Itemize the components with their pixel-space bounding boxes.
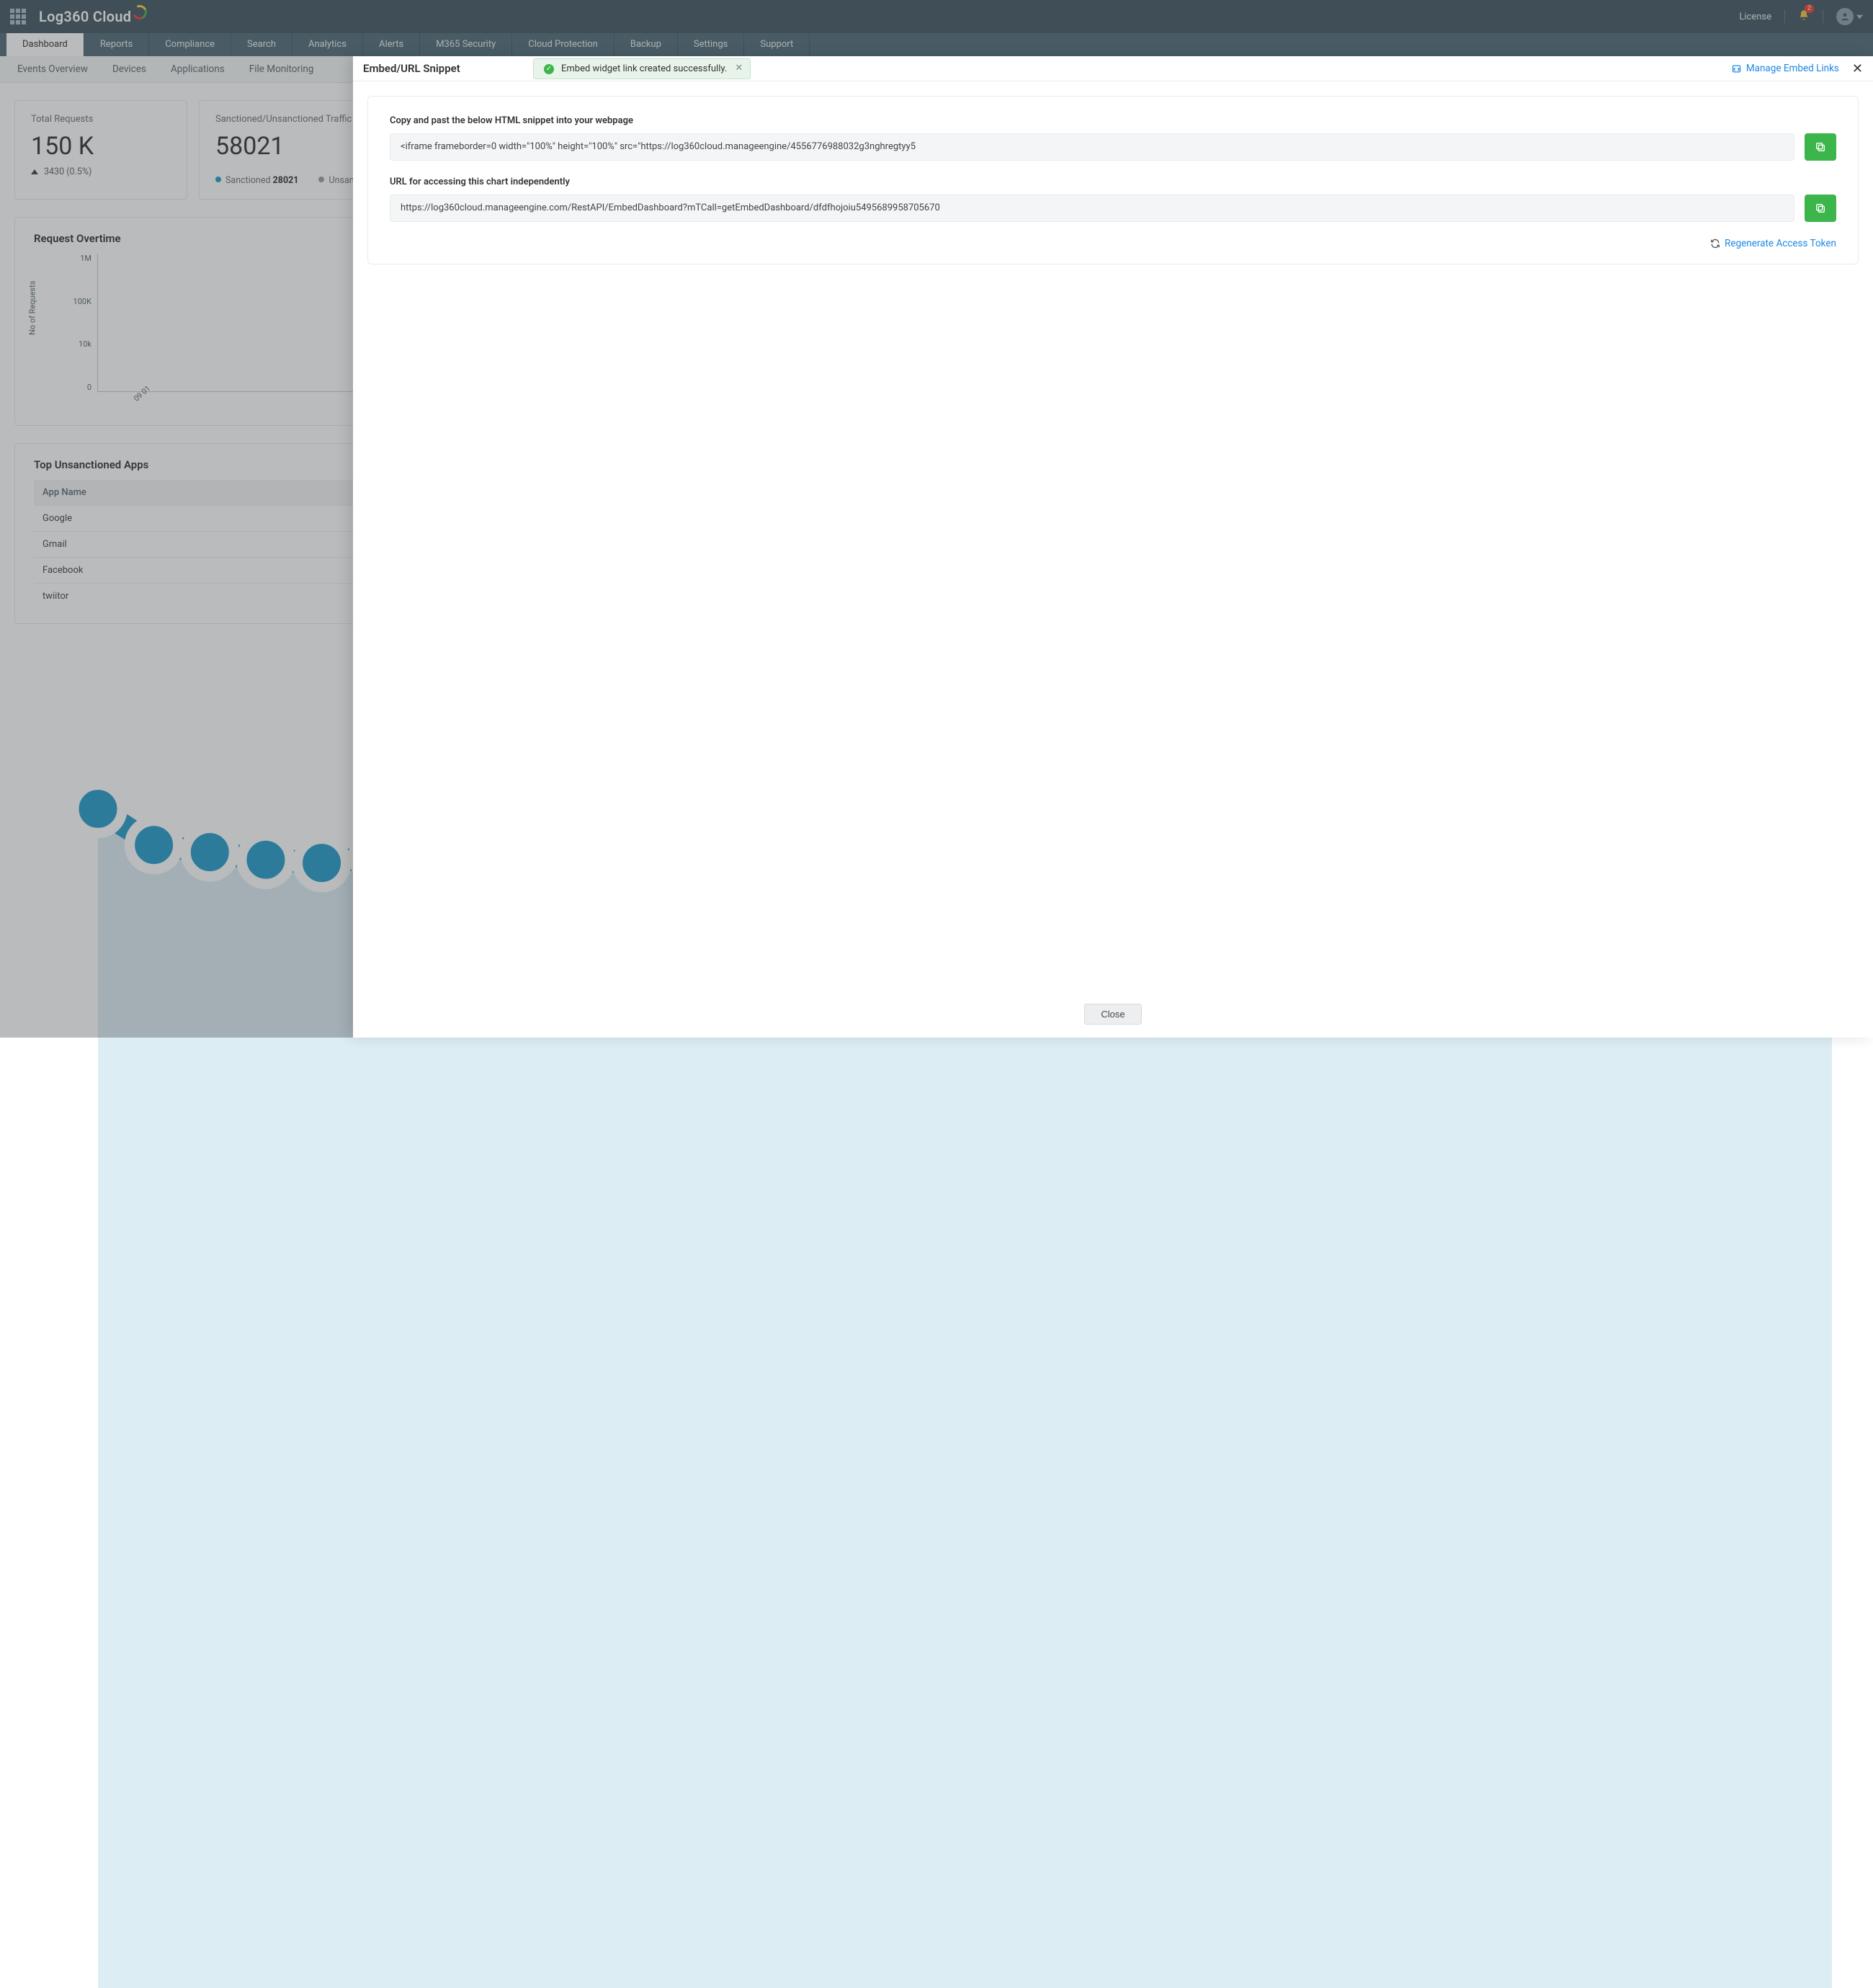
tab-settings[interactable]: Settings <box>678 33 744 56</box>
embed-panel: Embed/URL Snippet ✓ Embed widget link cr… <box>353 56 1873 1038</box>
panel-header: Embed/URL Snippet ✓ Embed widget link cr… <box>353 56 1873 81</box>
url-field[interactable]: https://log360cloud.manageengine.com/Res… <box>390 195 1794 222</box>
embed-link-icon <box>1731 63 1742 74</box>
y-axis-label: No of Requests <box>28 281 37 335</box>
tab-support[interactable]: Support <box>744 33 810 56</box>
copy-html-button[interactable] <box>1805 133 1836 161</box>
apps-grid-icon[interactable] <box>10 9 26 24</box>
success-toast: ✓ Embed widget link created successfully… <box>533 58 751 79</box>
topbar: Log360 Cloud License 2 <box>0 0 1873 33</box>
subtab-devices[interactable]: Devices <box>112 63 146 75</box>
license-link[interactable]: License <box>1739 12 1771 22</box>
panel-close-icon[interactable]: ✕ <box>1852 61 1863 76</box>
copy-icon <box>1815 141 1826 153</box>
stat-value: 150 K <box>31 132 171 161</box>
regenerate-token-link[interactable]: Regenerate Access Token <box>1710 238 1836 249</box>
notifications-icon[interactable]: 2 <box>1798 9 1810 24</box>
tab-compliance[interactable]: Compliance <box>149 33 231 56</box>
copy-url-button[interactable] <box>1805 195 1836 222</box>
html-snippet-label: Copy and past the below HTML snippet int… <box>390 115 1836 126</box>
app-name: Log360 Cloud <box>39 8 131 25</box>
tab-m365-security[interactable]: M365 Security <box>420 33 512 56</box>
legend-sanctioned: Sanctioned 28021 <box>215 175 298 186</box>
manage-embed-links[interactable]: Manage Embed Links <box>1731 63 1839 74</box>
app-logo: Log360 Cloud <box>39 8 147 25</box>
chevron-down-icon <box>1856 14 1863 20</box>
notification-count-badge: 2 <box>1805 4 1814 13</box>
arrow-up-icon <box>31 169 38 174</box>
stat-delta: 3430 (0.5%) <box>31 166 171 177</box>
logo-swirl-icon <box>131 3 150 22</box>
panel-title: Embed/URL Snippet <box>363 62 460 75</box>
tab-analytics[interactable]: Analytics <box>292 33 363 56</box>
tab-search[interactable]: Search <box>231 33 292 56</box>
tab-alerts[interactable]: Alerts <box>363 33 420 56</box>
html-snippet-field[interactable]: <iframe frameborder=0 width="100%" heigh… <box>390 133 1794 161</box>
copy-icon <box>1815 202 1826 214</box>
user-menu[interactable] <box>1836 8 1863 25</box>
tab-cloud-protection[interactable]: Cloud Protection <box>512 33 614 56</box>
toast-close-icon[interactable]: ✕ <box>735 63 743 73</box>
check-icon: ✓ <box>544 64 554 74</box>
y-ticks: 1M100K10k0 <box>63 254 91 392</box>
subtab-applications[interactable]: Applications <box>171 63 225 75</box>
stat-title: Total Requests <box>31 114 171 125</box>
close-button[interactable]: Close <box>1084 1004 1141 1025</box>
url-label: URL for accessing this chart independent… <box>390 177 1836 187</box>
embed-box: Copy and past the below HTML snippet int… <box>367 96 1859 264</box>
tab-backup[interactable]: Backup <box>614 33 678 56</box>
tab-dashboard[interactable]: Dashboard <box>6 33 84 56</box>
toast-text: Embed widget link created successfully. <box>561 63 727 74</box>
subtab-file-monitoring[interactable]: File Monitoring <box>249 63 314 75</box>
subtab-events-overview[interactable]: Events Overview <box>17 63 88 75</box>
avatar-icon <box>1836 8 1854 25</box>
separator <box>1784 10 1785 23</box>
tab-reports[interactable]: Reports <box>84 33 149 56</box>
main-tabs: DashboardReportsComplianceSearchAnalytic… <box>0 33 1873 56</box>
refresh-icon <box>1710 239 1720 249</box>
total-requests-card: Total Requests 150 K 3430 (0.5%) <box>14 100 187 200</box>
panel-footer: Close <box>353 997 1873 1038</box>
